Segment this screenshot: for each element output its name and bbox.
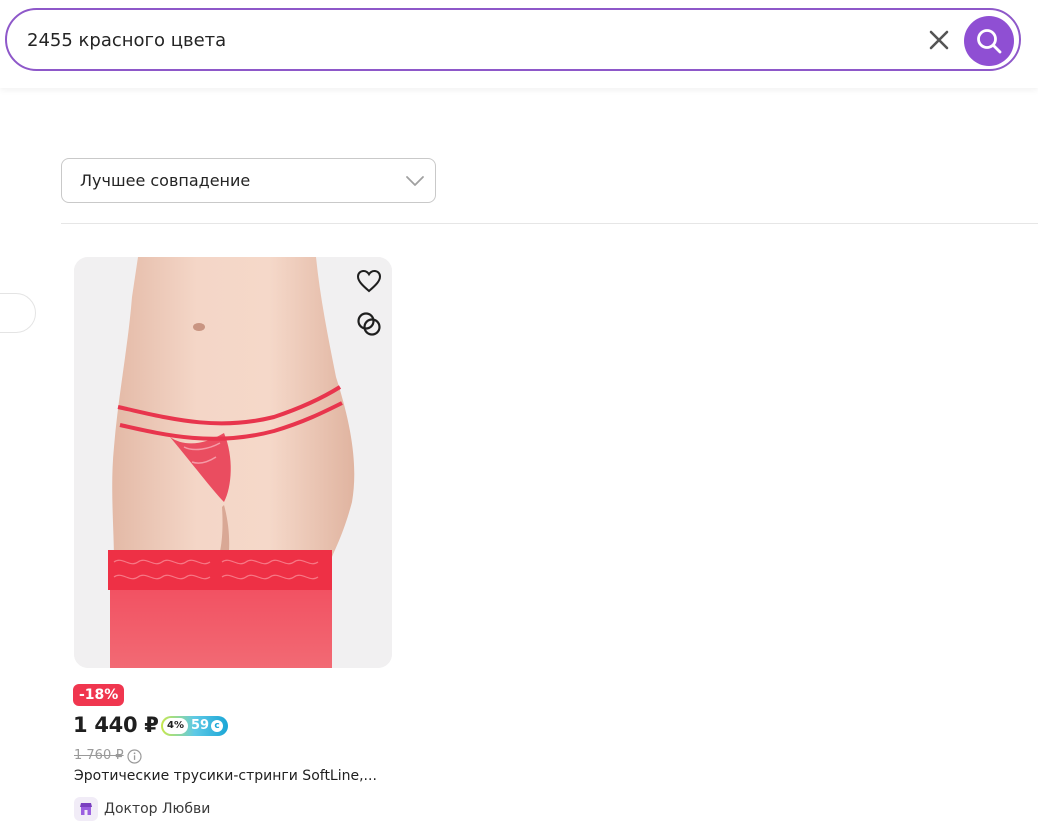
discount-badge: -18%: [73, 684, 125, 706]
search-button[interactable]: [964, 16, 1014, 66]
chevron-down-icon: [406, 176, 424, 186]
info-icon[interactable]: [127, 749, 142, 764]
search-input[interactable]: [27, 26, 907, 54]
sort-dropdown[interactable]: Лучшее совпадение: [61, 158, 436, 203]
cashback-percent: 4%: [163, 718, 188, 734]
seller-logo: [74, 797, 98, 821]
seller-name: Доктор Любви: [104, 801, 211, 817]
compare-icon: [357, 312, 381, 336]
seller-link[interactable]: Доктор Любви: [74, 797, 210, 821]
product-title[interactable]: Эротические трусики-стринги SoftLine,...: [74, 768, 394, 784]
old-price: 1 760 ₽: [74, 748, 124, 763]
close-icon: [929, 30, 949, 50]
divider: [61, 223, 1038, 224]
cashback-amount: 59: [190, 718, 210, 733]
product-photo: [74, 257, 392, 668]
store-icon: [80, 803, 92, 815]
search-bar: [5, 8, 1021, 71]
sort-selected-label: Лучшее совпадение: [80, 171, 251, 190]
compare-button[interactable]: [354, 309, 384, 339]
product-image[interactable]: [74, 257, 392, 668]
filters-side-tab[interactable]: [0, 293, 36, 333]
cashback-badge: 4% 59 c: [161, 716, 228, 736]
coin-icon: c: [211, 720, 224, 732]
favorite-button[interactable]: [354, 266, 384, 296]
price: 1 440 ₽: [73, 713, 159, 737]
search-icon: [977, 29, 1002, 54]
clear-search-button[interactable]: [925, 26, 953, 54]
header: [0, 0, 1038, 88]
heart-icon: [356, 269, 382, 293]
